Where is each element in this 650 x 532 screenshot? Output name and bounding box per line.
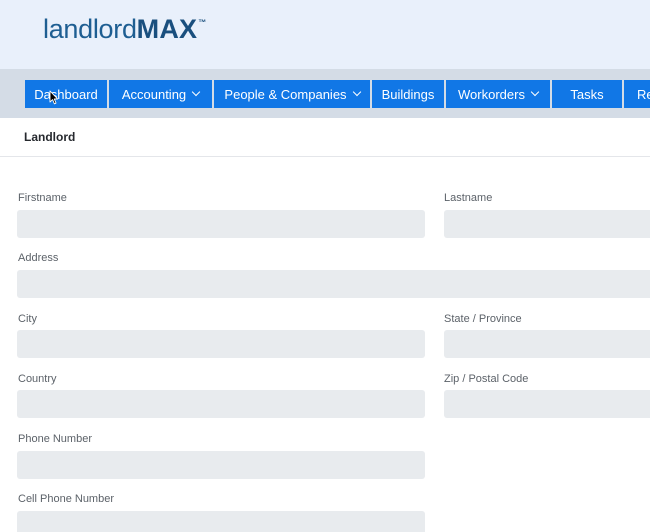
- chevron-down-icon: [352, 87, 361, 97]
- main-nav: Dashboard Accounting People & Companies …: [0, 69, 650, 118]
- cell-phone-number-field[interactable]: [17, 511, 425, 532]
- nav-label: Re: [637, 86, 650, 102]
- zip-postal-code-field[interactable]: [444, 390, 650, 418]
- phone-number-field[interactable]: [17, 451, 425, 479]
- mouse-cursor-icon: [49, 90, 59, 105]
- lastname-label: Lastname: [444, 192, 493, 204]
- country-label: Country: [18, 373, 57, 385]
- state-province-field[interactable]: [444, 330, 650, 358]
- landlordmax-logo[interactable]: landlord MAX ™: [43, 13, 206, 45]
- phone-number-label: Phone Number: [18, 433, 92, 445]
- nav-label: Tasks: [570, 86, 604, 102]
- nav-label: Accounting: [121, 86, 187, 102]
- nav-tasks[interactable]: Tasks: [552, 80, 622, 108]
- firstname-field[interactable]: [17, 210, 425, 238]
- firstname-label: Firstname: [18, 192, 67, 204]
- app-header: landlord MAX ™: [0, 0, 650, 69]
- logo-text-light: landlord: [43, 14, 137, 44]
- logo-text-bold: MAX: [136, 14, 198, 44]
- chevron-down-icon: [530, 87, 540, 97]
- nav-label: Workorders: [458, 86, 525, 102]
- nav-buildings[interactable]: Buildings: [372, 80, 444, 108]
- nav-label: Dashboard: [34, 86, 98, 102]
- nav-accounting[interactable]: Accounting: [109, 80, 212, 108]
- lastname-field[interactable]: [444, 210, 650, 238]
- section-title: Landlord: [24, 130, 76, 144]
- cell-phone-number-label: Cell Phone Number: [18, 493, 114, 505]
- city-field[interactable]: [17, 330, 425, 358]
- state-province-label: State / Province: [444, 313, 522, 325]
- nav-workorders[interactable]: Workorders: [446, 80, 550, 108]
- nav-label: People & Companies: [224, 86, 347, 102]
- nav-people-companies[interactable]: People & Companies: [214, 80, 370, 108]
- logo-trademark: ™: [198, 18, 207, 27]
- country-field[interactable]: [17, 390, 425, 418]
- nav-dashboard[interactable]: Dashboard: [25, 80, 107, 108]
- zip-postal-code-label: Zip / Postal Code: [444, 373, 529, 385]
- address-field[interactable]: [17, 270, 650, 298]
- chevron-down-icon: [191, 87, 201, 97]
- nav-label: Buildings: [381, 86, 435, 102]
- address-label: Address: [18, 252, 59, 264]
- city-label: City: [18, 313, 37, 325]
- nav-truncated-item[interactable]: Re: [624, 80, 650, 108]
- section-header: Landlord: [0, 118, 650, 157]
